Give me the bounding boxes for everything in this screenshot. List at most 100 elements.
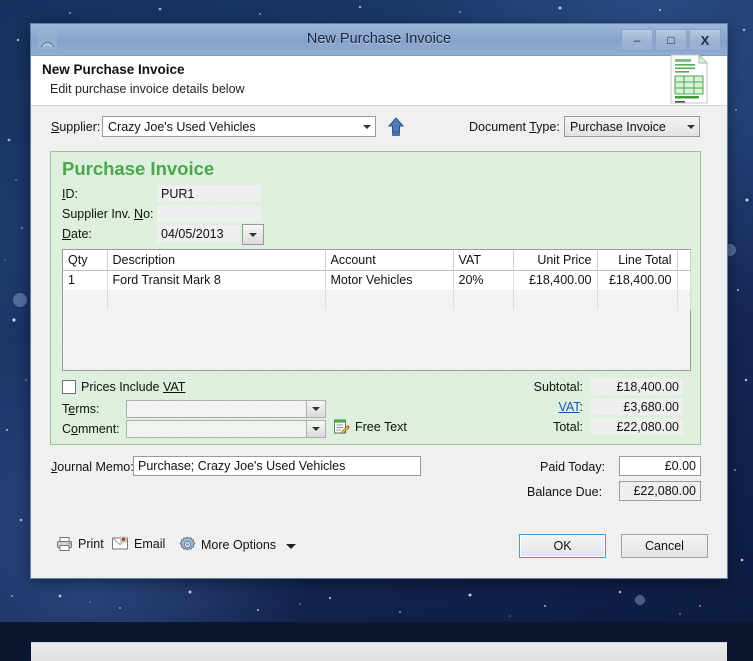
column-header-qty[interactable]: Qty [63,250,108,271]
cell-unit-price[interactable]: £18,400.00 [513,270,598,290]
balance-due-label: Balance Due: [527,485,603,499]
total-value: £22,080.00 [591,418,683,435]
doctype-label-a: Document [469,120,530,134]
vat-value: £3,680.00 [591,398,683,415]
invoice-id-label-rest: D: [65,187,78,201]
cell-line-total[interactable]: £18,400.00 [597,270,678,290]
email-label: Email [134,536,166,551]
cell-empty[interactable] [63,290,108,310]
window-bottom-strip [31,642,727,661]
table-empty-row[interactable] [63,290,691,310]
terms-label: Terms: [62,402,100,416]
ok-button[interactable]: OK [519,534,606,558]
journal-memo-input[interactable]: Purchase; Crazy Joe's Used Vehicles [133,456,421,476]
chevron-down-icon [249,232,257,237]
chevron-down-glyph [312,427,320,431]
document-type-value: Purchase Invoice [570,119,666,134]
cell-vat[interactable]: 20% [453,270,514,290]
invoice-id-value[interactable]: PUR1 [157,185,261,202]
memo-label-rest: ournal Memo: [57,460,134,474]
supplier-value: Crazy Joe's Used Vehicles [108,119,256,134]
invoice-id-label: ID: [62,187,78,201]
date-value[interactable]: 04/05/2013 [157,225,240,242]
calendar-dropdown-icon[interactable] [242,224,264,245]
line-items-table[interactable]: Qty Description Account VAT Unit Price L… [62,249,691,371]
document-type-select[interactable]: Purchase Invoice [564,116,700,137]
supplier-label-rest: upplier: [59,120,101,134]
vat-link[interactable]: VAT [558,400,579,414]
balance-due-value: £22,080.00 [619,481,701,501]
prices-include-vat-label: Prices Include VAT [81,380,186,394]
cell-qty[interactable]: 1 [63,270,108,290]
prices-include-vat-checkbox[interactable] [62,380,76,394]
column-header-vat[interactable]: VAT [453,250,514,271]
column-header-description[interactable]: Description [107,250,326,271]
vat-label[interactable]: VAT: [503,400,583,414]
gear-icon [179,536,196,551]
supplier-label: Supplier: [51,120,101,134]
supplier-row: Supplier: Crazy Joe's Used Vehicles Docu… [31,116,727,140]
total-label: Total: [553,420,583,434]
supplier-inv-no-value[interactable] [157,205,261,222]
dialog-header: New Purchase Invoice Edit purchase invoi… [31,53,727,106]
subtotal-label: Subtotal: [533,380,583,394]
window-controls: – □ X [621,29,721,51]
email-button[interactable]: Email [111,536,165,551]
cell-empty[interactable] [325,290,454,310]
paid-today-input[interactable]: £0.00 [619,456,701,476]
terms-select[interactable] [126,400,326,418]
column-header-unit-price[interactable]: Unit Price [513,250,598,271]
piv-a: Prices Include [81,380,163,394]
invoice-heading: Purchase Invoice [62,158,215,179]
cell-account[interactable]: Motor Vehicles [325,270,454,290]
dialog-body: Supplier: Crazy Joe's Used Vehicles Docu… [31,106,727,661]
minimize-button[interactable]: – [621,29,653,51]
more-options-label: More Options [201,537,277,552]
supplier-inv-no-label-b: o: [143,207,154,221]
chevron-down-icon[interactable] [306,421,325,437]
date-label-rest: ate: [71,227,92,241]
date-label: Date: [62,227,92,241]
free-text-button[interactable]: Free Text [333,418,407,435]
cell-empty [677,290,691,310]
close-button[interactable]: X [689,29,721,51]
supplier-select[interactable]: Crazy Joe's Used Vehicles [102,116,376,137]
maximize-button[interactable]: □ [655,29,687,51]
cell-empty[interactable] [107,290,326,310]
printer-icon [57,537,72,551]
page-subtitle: Edit purchase invoice details below [50,82,245,96]
cell-empty[interactable] [453,290,514,310]
supplier-inv-no-label-a: Supplier Inv. [62,207,135,221]
comment-label: Comment: [62,422,120,436]
cell-description[interactable]: Ford Transit Mark 8 [107,270,326,290]
subtotal-value: £18,400.00 [591,378,683,395]
column-header-line-total[interactable]: Line Total [597,250,678,271]
table-header-row: Qty Description Account VAT Unit Price L… [63,250,691,271]
invoice-document-icon [670,53,709,104]
page-title: New Purchase Invoice [42,62,185,77]
table-empty-area [63,310,690,370]
cell-empty[interactable] [597,290,678,310]
print-label: Print [78,537,104,551]
table-row[interactable]: 1 Ford Transit Mark 8 Motor Vehicles 20%… [63,270,691,290]
chevron-down-icon [687,124,695,129]
prices-include-vat-row[interactable]: Prices Include VAT [62,380,185,394]
more-options-button[interactable]: More Options [179,536,276,553]
invoice-panel: Purchase Invoice ID: PUR1 Supplier Inv. … [50,151,701,445]
chevron-down-icon [363,124,371,129]
dialog-footer: Print Email More Options OK Cancel [31,518,727,578]
blue-up-arrow-icon[interactable] [386,116,406,137]
comment-select[interactable] [126,420,326,438]
purchase-invoice-window: New Purchase Invoice – □ X New Purchase … [30,23,728,661]
cancel-button[interactable]: Cancel [621,534,708,558]
terms-label-rest: rms: [75,402,100,416]
document-type-label: Document Type: [469,120,560,134]
print-button[interactable]: Print [56,536,104,552]
supplier-inv-no-label: Supplier Inv. No: [62,207,154,221]
envelope-icon [112,536,128,550]
window-titlebar[interactable]: New Purchase Invoice – □ X [31,24,727,56]
chevron-down-icon[interactable] [306,401,325,417]
column-header-account[interactable]: Account [325,250,454,271]
chevron-down-icon[interactable] [286,544,296,549]
cell-empty[interactable] [513,290,598,310]
